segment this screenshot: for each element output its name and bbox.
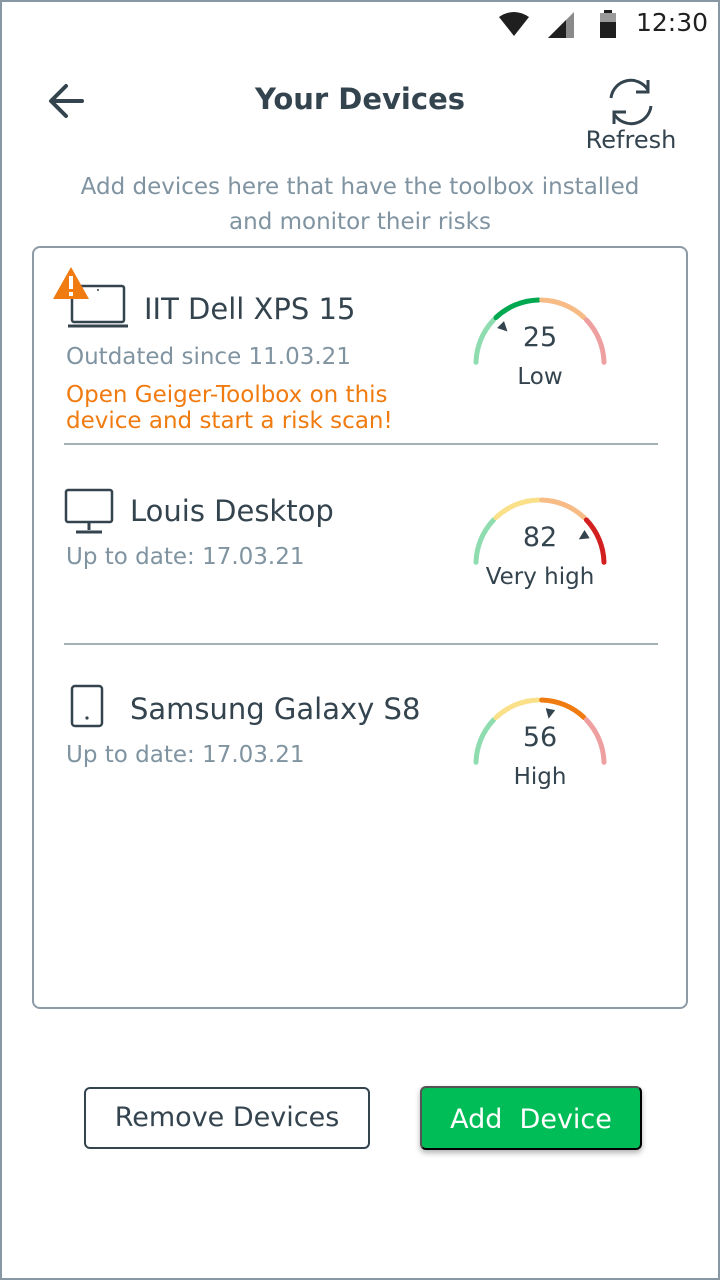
refresh-button[interactable]: Refresh [580,72,690,158]
desktop-monitor-icon [64,488,114,534]
gauge-segment [493,297,541,321]
refresh-icon [609,78,653,126]
battery-icon [600,10,616,38]
gauge-segment [539,297,587,321]
remove-devices-button[interactable]: Remove Devices [84,1087,370,1149]
risk-level: High [513,764,567,790]
device-name: IIT Dell XPS 15 [144,292,356,326]
devices-list: IIT Dell XPS 15 Outdated since 11.03.21 … [32,246,688,1009]
add-device-button[interactable]: Add Device [420,1086,642,1150]
status-bar: 12:30 [0,0,720,50]
cell-signal-icon [548,12,574,38]
device-status: Outdated since 11.03.21 [66,344,351,370]
risk-score: 56 [522,722,558,753]
risk-score: 25 [522,322,558,353]
device-item[interactable]: Louis Desktop Up to date: 17.03.21 82 Ve… [34,446,686,642]
risk-gauge: 25 Low [470,292,610,402]
gauge-segment [539,497,587,521]
wifi-icon [499,12,529,36]
divider [64,643,658,645]
risk-level: Very high [485,564,595,590]
gauge-segment [493,497,541,521]
risk-gauge: 82 Very high [470,492,610,602]
divider [64,443,658,445]
gauge-segment [493,697,541,721]
risk-gauge: 56 High [470,692,610,802]
device-warning-text: Open Geiger-Toolbox on this device and s… [66,382,393,434]
device-item[interactable]: Samsung Galaxy S8 Up to date: 17.03.21 5… [34,646,686,842]
device-name: Samsung Galaxy S8 [130,692,421,726]
device-item[interactable]: IIT Dell XPS 15 Outdated since 11.03.21 … [34,248,686,444]
risk-score: 82 [522,522,558,553]
risk-level: Low [517,364,563,390]
smartphone-icon [70,684,104,728]
page-subtitle: Add devices here that have the toolbox i… [80,174,640,235]
gauge-pointer [545,708,556,719]
device-status: Up to date: 17.03.21 [66,544,305,570]
clock-time: 12:30 [636,8,709,37]
device-status: Up to date: 17.03.21 [66,742,305,768]
refresh-label: Refresh [585,126,677,154]
warning-triangle-icon [53,267,89,299]
device-name: Louis Desktop [130,494,334,528]
